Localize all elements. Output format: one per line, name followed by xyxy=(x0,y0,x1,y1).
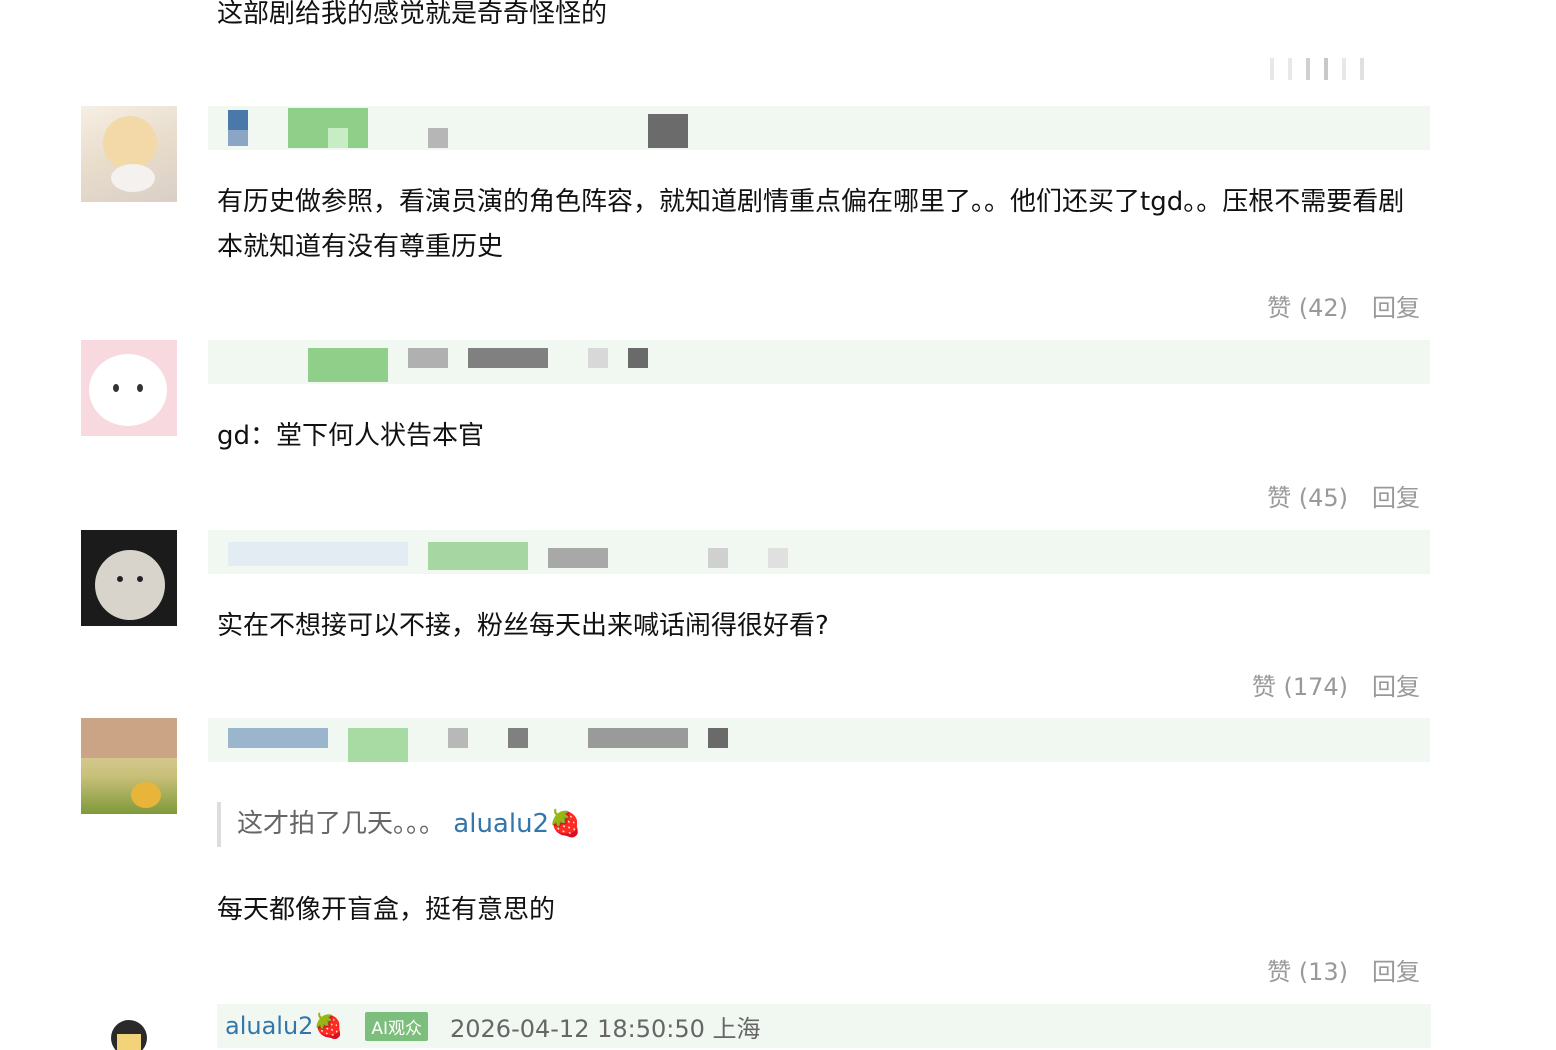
comment-actions: 赞 (13) 回复 xyxy=(1267,952,1420,987)
avatar-figure xyxy=(89,354,167,426)
avatar-figure xyxy=(95,550,165,620)
avatar[interactable] xyxy=(81,340,177,436)
avatar-figure xyxy=(137,576,143,582)
comment-actions: 赞 (42) 回复 xyxy=(1267,288,1420,323)
username-link[interactable]: alualu2🍓 xyxy=(225,1012,343,1040)
avatar-figure xyxy=(131,782,161,808)
avatar-figure xyxy=(137,384,143,392)
comment-text: 有历史做参照，看演员演的角色阵容，就知道剧情重点偏在哪里了。。他们还买了tgd。… xyxy=(217,187,1405,262)
avatar[interactable] xyxy=(81,1006,177,1050)
like-button[interactable]: 赞 (42) xyxy=(1267,288,1348,323)
quoted-reply: 这才拍了几天。。。 alualu2🍓 xyxy=(217,802,581,847)
avatar-figure xyxy=(81,718,177,758)
avatar-figure xyxy=(111,164,155,192)
comment-text: 这部剧给我的感觉就是奇奇怪怪的 xyxy=(217,0,608,29)
avatar-figure xyxy=(113,384,119,392)
reply-button[interactable]: 回复 xyxy=(1372,667,1420,702)
avatar[interactable] xyxy=(81,530,177,626)
reply-button[interactable]: 回复 xyxy=(1372,478,1420,513)
comment-text: gd：堂下何人状告本官 xyxy=(217,421,485,451)
comment-meta-bar xyxy=(208,718,1430,762)
comment-timestamp: 2026-04-12 18:50:50 上海 xyxy=(449,1014,761,1043)
like-button[interactable]: 赞 (13) xyxy=(1267,952,1348,987)
comment-actions: 赞 (45) 回复 xyxy=(1267,478,1420,513)
quote-user-link[interactable]: alualu2🍓 xyxy=(453,809,581,839)
comment-actions: 赞 (174) 回复 xyxy=(1252,667,1420,702)
blurred-actions xyxy=(1270,58,1420,82)
comment-meta-bar xyxy=(208,106,1430,150)
avatar-figure xyxy=(103,116,157,170)
avatar[interactable] xyxy=(81,718,177,814)
like-button[interactable]: 赞 (174) xyxy=(1252,667,1348,702)
quote-text: 这才拍了几天。。。 xyxy=(237,809,446,839)
user-badge: AI观众 xyxy=(365,1011,428,1041)
comment-meta-bar xyxy=(208,340,1430,384)
reply-button[interactable]: 回复 xyxy=(1372,288,1420,323)
avatar-figure xyxy=(117,1034,141,1050)
avatar[interactable] xyxy=(81,106,177,202)
comment-meta-bar: alualu2🍓 AI观众 2026-04-12 18:50:50 上海 xyxy=(217,1004,1431,1048)
comment-text: 每天都像开盲盒，挺有意思的 xyxy=(217,895,556,925)
reply-button[interactable]: 回复 xyxy=(1372,952,1420,987)
avatar-figure xyxy=(117,576,123,582)
comment-text: 实在不想接可以不接，粉丝每天出来喊话闹得很好看? xyxy=(217,611,829,641)
like-button[interactable]: 赞 (45) xyxy=(1267,478,1348,513)
comment-meta-bar xyxy=(208,530,1430,574)
